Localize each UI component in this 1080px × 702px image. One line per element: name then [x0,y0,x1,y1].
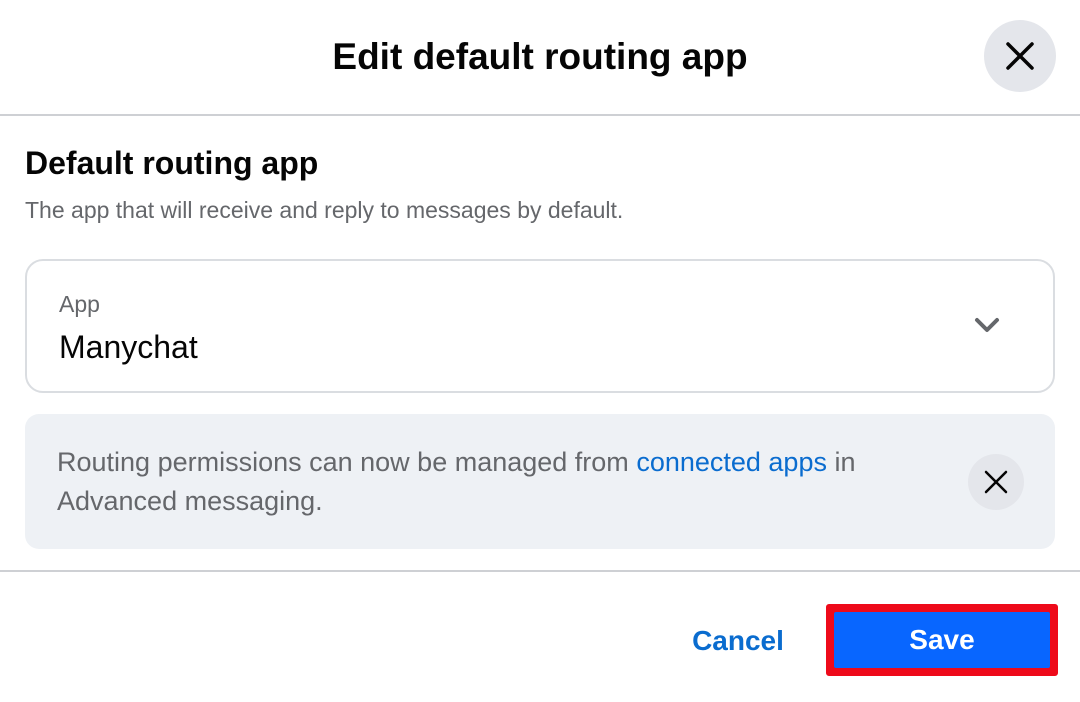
notice-text-before: Routing permissions can now be managed f… [57,447,637,477]
section-heading: Default routing app [25,145,319,181]
app-select-value: Manychat [59,329,198,365]
cancel-button[interactable]: Cancel [668,610,808,672]
connected-apps-link[interactable]: connected apps [636,447,827,477]
chevron-down-icon [975,318,999,332]
close-button[interactable] [984,20,1056,92]
footer-divider [0,570,1080,572]
close-icon [984,470,1008,494]
save-button[interactable]: Save [834,612,1050,668]
dialog-title: Edit default routing app [332,36,748,77]
routing-notice: Routing permissions can now be managed f… [25,414,1055,549]
notice-text: Routing permissions can now be managed f… [57,443,957,521]
notice-close-button[interactable] [968,454,1024,510]
edit-routing-dialog: Edit default routing app Default routing… [0,0,1080,702]
app-select[interactable]: App Manychat [25,259,1055,393]
app-select-label: App [59,291,100,317]
section-description: The app that will receive and reply to m… [25,197,624,223]
close-icon [1006,42,1034,70]
dialog-header: Edit default routing app [0,0,1080,116]
